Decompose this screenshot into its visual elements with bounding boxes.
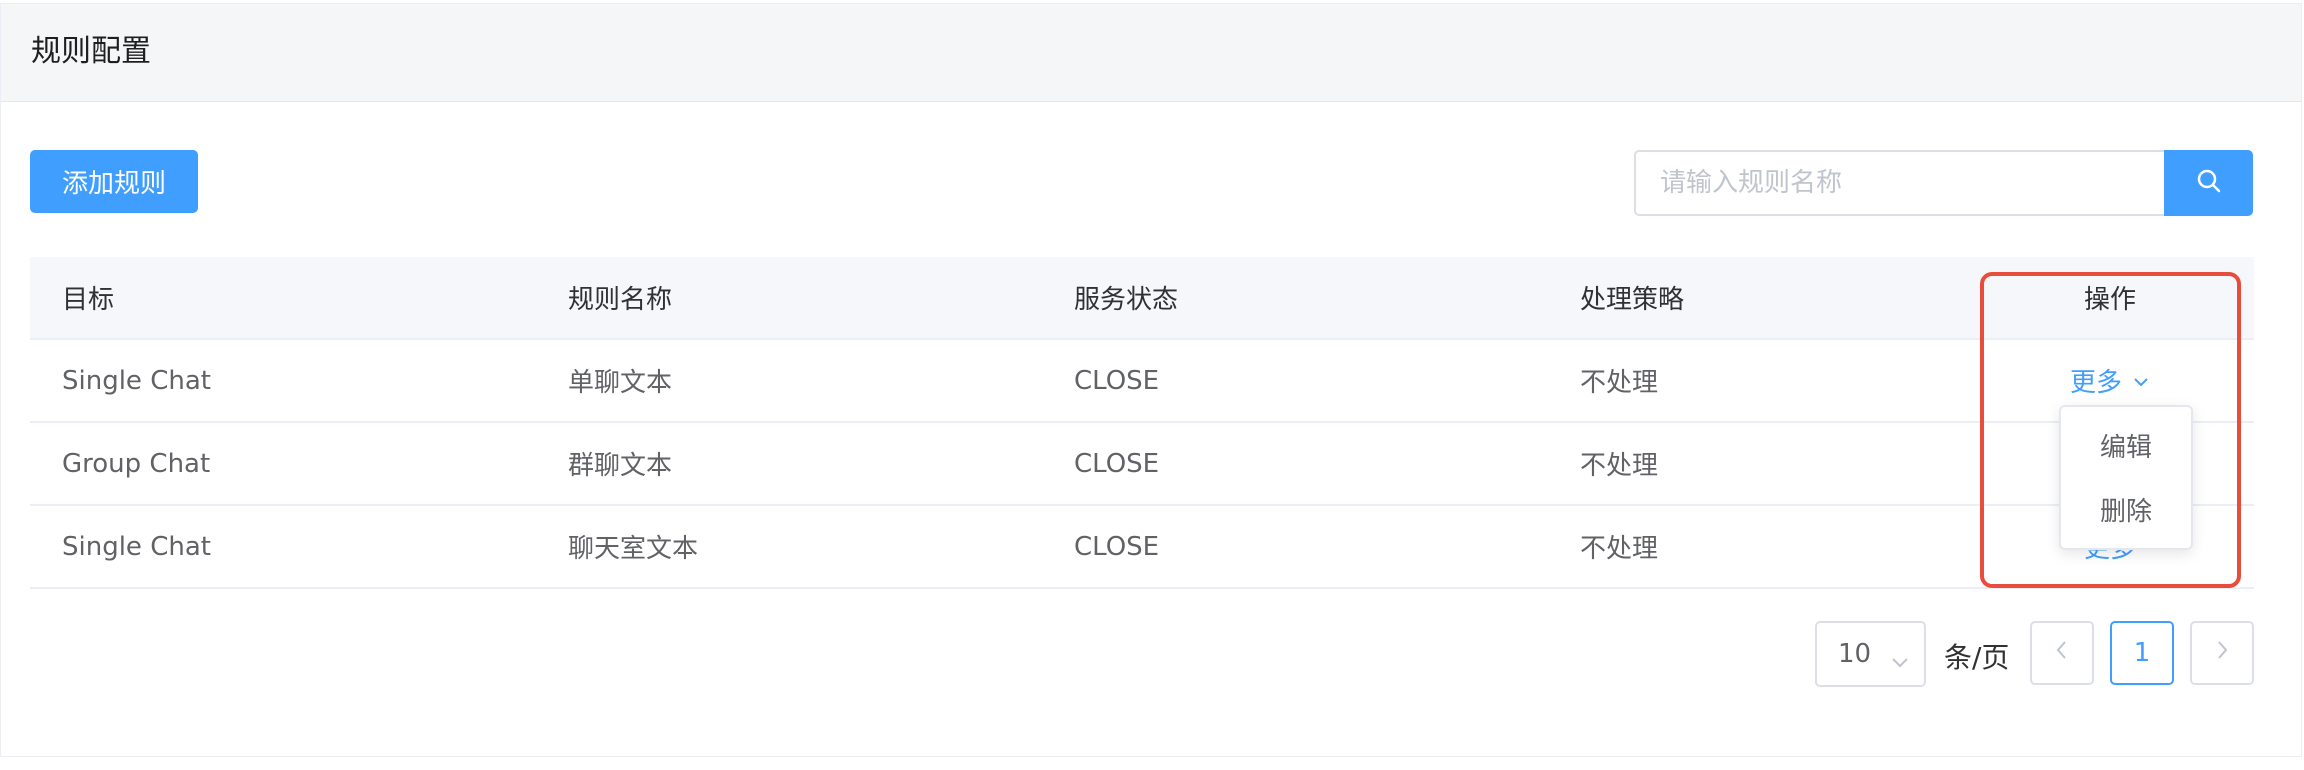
search-icon: [2195, 167, 2223, 199]
row-service-status: CLOSE: [1074, 531, 1160, 562]
next-page-button[interactable]: [2190, 621, 2254, 685]
search-button[interactable]: [2164, 150, 2253, 216]
row-handling-policy: 不处理: [1580, 451, 1659, 481]
rules-table: 目标 规则名称 服务状态 处理策略 操作 Single Chat 单聊文本 CL…: [30, 257, 2254, 589]
column-header-handling-policy: 处理策略: [1580, 285, 1685, 315]
previous-page-button[interactable]: [2030, 621, 2094, 685]
add-rule-button[interactable]: 添加规则: [30, 150, 198, 213]
row-service-status: CLOSE: [1074, 448, 1160, 479]
row-rule-name: 群聊文本: [568, 451, 673, 481]
column-header-service-status: 服务状态: [1074, 285, 1179, 315]
rule-search-input[interactable]: [1634, 150, 2164, 216]
edit-menu-item[interactable]: 编辑: [2061, 427, 2191, 464]
row-target: Group Chat: [62, 448, 211, 479]
panel-header: 规则配置: [1, 4, 2301, 102]
page-size-select[interactable]: 10: [1815, 621, 1926, 687]
page-size-value: 10: [1838, 639, 1872, 669]
chevron-right-icon: [2214, 638, 2230, 669]
row-target: Single Chat: [62, 531, 211, 562]
row-rule-name: 聊天室文本: [568, 534, 699, 564]
row-handling-policy: 不处理: [1580, 368, 1659, 398]
row-target: Single Chat: [62, 365, 211, 396]
table-row: Single Chat 单聊文本 CLOSE 不处理 更多: [30, 340, 2254, 423]
table-row: Group Chat 群聊文本 CLOSE 不处理 更多: [30, 423, 2254, 506]
row-rule-name: 单聊文本: [568, 368, 673, 398]
table-row: Single Chat 聊天室文本 CLOSE 不处理 更多: [30, 506, 2254, 589]
delete-menu-item[interactable]: 删除: [2061, 491, 2191, 528]
per-page-label: 条/页: [1944, 641, 2010, 674]
chevron-down-icon: [1891, 646, 1909, 676]
search-bar: [1634, 150, 2253, 216]
column-header-target: 目标: [62, 285, 115, 315]
page-number-button[interactable]: 1: [2110, 621, 2174, 685]
chevron-left-icon: [2054, 638, 2070, 669]
column-header-rule-name: 规则名称: [568, 285, 673, 315]
row-service-status: CLOSE: [1074, 365, 1160, 396]
table-header: 目标 规则名称 服务状态 处理策略 操作: [30, 257, 2254, 340]
row-handling-policy: 不处理: [1580, 534, 1659, 564]
more-actions-dropdown: 编辑 删除: [2059, 405, 2193, 550]
page-title: 规则配置: [31, 34, 151, 69]
